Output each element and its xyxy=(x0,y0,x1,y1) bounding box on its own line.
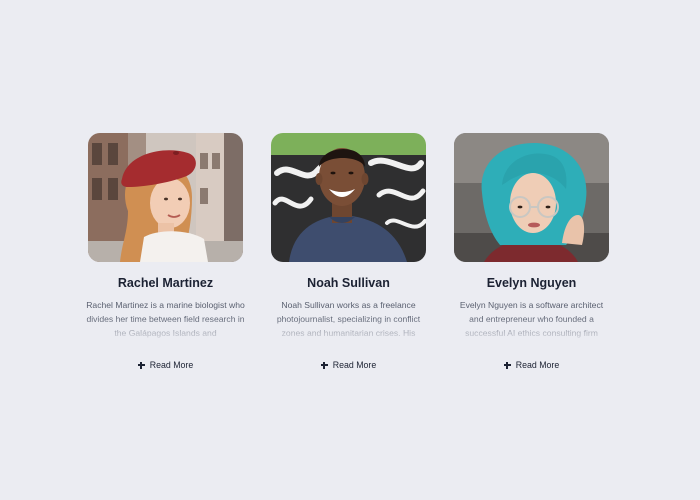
profile-bio-container: Noah Sullivan works as a freelance photo… xyxy=(269,298,429,342)
profile-photo xyxy=(88,133,243,262)
profile-photo xyxy=(454,133,609,262)
profile-cards: Rachel Martinez Rachel Martinez is a mar… xyxy=(86,133,609,370)
read-more-button[interactable]: Read More xyxy=(320,360,377,370)
plus-icon xyxy=(137,361,145,369)
profile-card: Rachel Martinez Rachel Martinez is a mar… xyxy=(86,133,246,370)
profile-name: Evelyn Nguyen xyxy=(486,276,577,290)
read-more-button[interactable]: Read More xyxy=(137,360,194,370)
profile-name: Rachel Martinez xyxy=(117,276,214,290)
profile-bio: Rachel Martinez is a marine biologist wh… xyxy=(86,300,245,338)
plus-icon xyxy=(320,361,328,369)
profile-photo xyxy=(271,133,426,262)
profile-bio: Evelyn Nguyen is a software architect an… xyxy=(459,300,604,338)
profile-card: Noah Sullivan Noah Sullivan works as a f… xyxy=(271,133,426,370)
profile-name: Noah Sullivan xyxy=(307,276,390,290)
profile-bio-container: Rachel Martinez is a marine biologist wh… xyxy=(86,298,246,342)
profile-bio-container: Evelyn Nguyen is a software architect an… xyxy=(452,298,612,342)
read-more-label: Read More xyxy=(149,360,194,370)
read-more-button[interactable]: Read More xyxy=(503,360,560,370)
profile-bio: Noah Sullivan works as a freelance photo… xyxy=(276,300,421,338)
read-more-label: Read More xyxy=(332,360,377,370)
read-more-label: Read More xyxy=(515,360,560,370)
plus-icon xyxy=(503,361,511,369)
profile-card: Evelyn Nguyen Evelyn Nguyen is a softwar… xyxy=(454,133,609,370)
